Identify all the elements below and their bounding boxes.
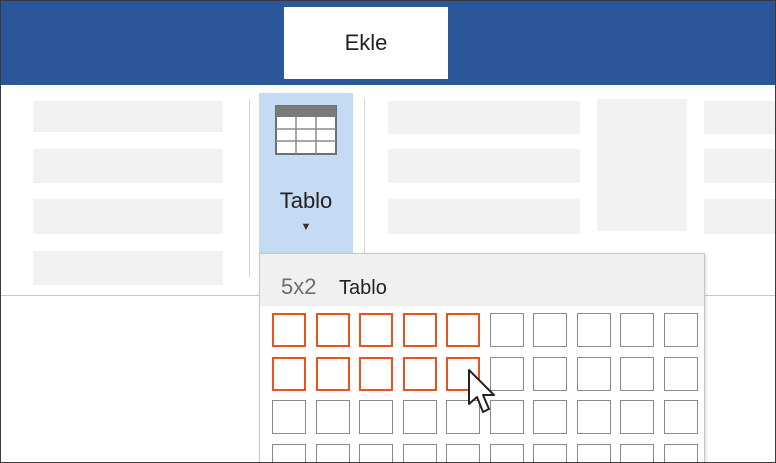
table-cell-selected[interactable] bbox=[272, 357, 306, 391]
ribbon-placeholder bbox=[704, 149, 775, 183]
ribbon-placeholder bbox=[704, 101, 775, 134]
table-cell[interactable] bbox=[664, 313, 698, 347]
ribbon-placeholder bbox=[33, 251, 223, 285]
table-cell[interactable] bbox=[533, 357, 567, 391]
table-cell[interactable] bbox=[490, 313, 524, 347]
ribbon-placeholder bbox=[388, 199, 580, 234]
ribbon-placeholder bbox=[33, 149, 223, 183]
table-cell[interactable] bbox=[620, 444, 654, 462]
table-cell[interactable] bbox=[577, 400, 611, 434]
table-cell[interactable] bbox=[577, 357, 611, 391]
table-cell[interactable] bbox=[577, 313, 611, 347]
table-cell-selected[interactable] bbox=[446, 313, 480, 347]
dropdown-caret-icon: ▼ bbox=[300, 221, 312, 233]
mouse-pointer-icon bbox=[468, 369, 495, 413]
table-cell[interactable] bbox=[446, 444, 480, 462]
tablo-button-label: Tablo bbox=[279, 188, 333, 213]
table-picker-header: 5x2 Tablo bbox=[260, 254, 704, 306]
table-cell-selected[interactable] bbox=[403, 357, 437, 391]
ribbon-placeholder bbox=[597, 99, 687, 231]
table-cell-selected[interactable] bbox=[403, 313, 437, 347]
table-cell[interactable] bbox=[403, 444, 437, 462]
table-cell[interactable] bbox=[533, 400, 567, 434]
table-cell[interactable] bbox=[620, 400, 654, 434]
ribbon-group-separator bbox=[249, 99, 250, 277]
ribbon-placeholder bbox=[388, 149, 580, 183]
table-cell[interactable] bbox=[403, 400, 437, 434]
table-cell[interactable] bbox=[620, 357, 654, 391]
table-size-label: 5x2 bbox=[281, 274, 317, 299]
ribbon-group-separator bbox=[364, 99, 365, 277]
table-cell[interactable] bbox=[664, 357, 698, 391]
table-cell[interactable] bbox=[533, 444, 567, 462]
table-cell[interactable] bbox=[620, 313, 654, 347]
application-window: Ekle Tablo ▼ 5x2 Tablo bbox=[0, 0, 776, 463]
table-cell[interactable] bbox=[577, 444, 611, 462]
table-cell-selected[interactable] bbox=[359, 313, 393, 347]
table-picker-label: Tablo bbox=[339, 277, 387, 299]
ribbon-placeholder bbox=[704, 199, 775, 234]
ribbon-placeholder bbox=[33, 199, 223, 234]
ribbon-placeholder bbox=[388, 101, 580, 134]
table-cell[interactable] bbox=[316, 444, 350, 462]
table-cell[interactable] bbox=[533, 313, 567, 347]
ribbon-tab-bar: Ekle bbox=[1, 1, 775, 85]
table-cell[interactable] bbox=[316, 400, 350, 434]
table-cell[interactable] bbox=[359, 444, 393, 462]
table-cell[interactable] bbox=[664, 444, 698, 462]
tablo-button[interactable]: Tablo ▼ bbox=[259, 93, 353, 253]
table-cell-selected[interactable] bbox=[316, 357, 350, 391]
table-picker-dropdown: 5x2 Tablo bbox=[259, 253, 705, 462]
table-cell[interactable] bbox=[490, 444, 524, 462]
table-cell-selected[interactable] bbox=[316, 313, 350, 347]
table-cell[interactable] bbox=[664, 400, 698, 434]
table-cell[interactable] bbox=[359, 400, 393, 434]
table-cell-selected[interactable] bbox=[359, 357, 393, 391]
table-cell-selected[interactable] bbox=[272, 313, 306, 347]
ribbon-placeholder bbox=[33, 101, 223, 132]
table-cell[interactable] bbox=[272, 400, 306, 434]
tab-ekle[interactable]: Ekle bbox=[284, 7, 448, 79]
table-cell[interactable] bbox=[272, 444, 306, 462]
table-icon bbox=[275, 105, 337, 155]
